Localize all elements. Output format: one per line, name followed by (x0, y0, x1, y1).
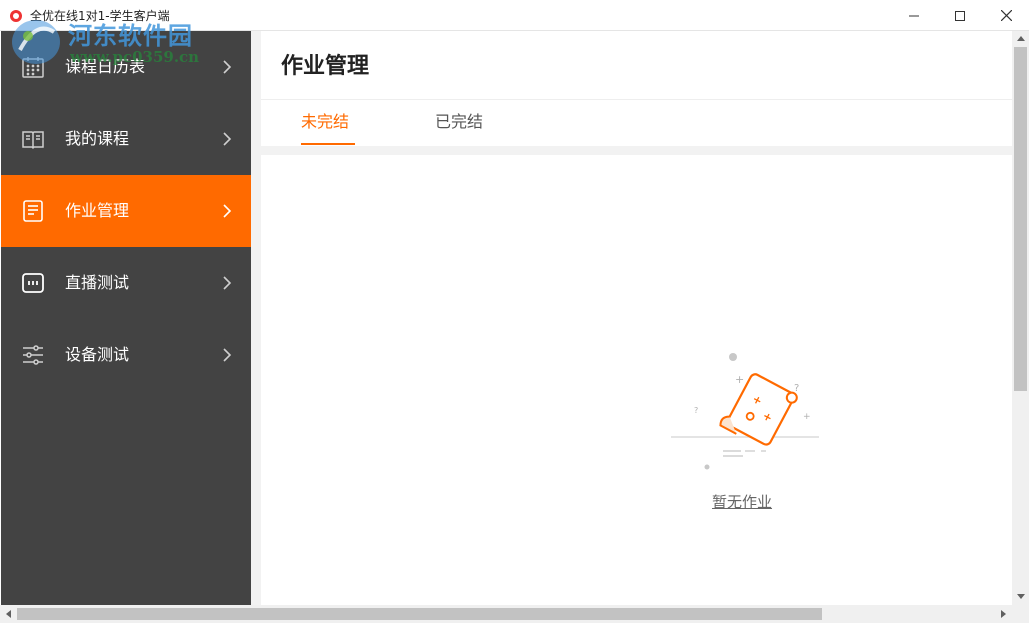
scrollbar-corner (1012, 605, 1029, 623)
sliders-icon (23, 345, 43, 365)
app-icon (10, 10, 22, 22)
homework-list: + ? ? + + + 暂无作业 (261, 155, 1012, 605)
sidebar-item-label: 我的课程 (65, 129, 130, 148)
scroll-up-icon (1016, 36, 1025, 41)
minimize-button[interactable] (891, 0, 937, 31)
sidebar-item-label: 直播测试 (65, 273, 130, 292)
scroll-right-icon (1000, 610, 1006, 618)
live-icon (22, 273, 44, 293)
chevron-right-icon (223, 276, 232, 290)
chevron-right-icon (223, 132, 232, 146)
scroll-up-button[interactable] (1012, 31, 1029, 47)
horizontal-scrollbar[interactable] (0, 605, 1012, 623)
scroll-left-button[interactable] (0, 605, 17, 623)
page-header: 作业管理 (261, 31, 1012, 100)
maximize-icon (955, 10, 965, 21)
sidebar-item-device-test[interactable]: 设备测试 (1, 319, 251, 391)
empty-state-icon: + ? ? + + + (671, 353, 819, 470)
sidebar-item-label: 设备测试 (65, 345, 130, 364)
maximize-button[interactable] (937, 0, 983, 31)
sidebar-item-label: 作业管理 (65, 201, 130, 220)
minimize-icon (909, 15, 919, 16)
svg-text:?: ? (694, 406, 698, 415)
svg-text:+: + (803, 412, 811, 422)
sidebar-item-homework[interactable]: 作业管理 (1, 175, 251, 247)
book-icon (22, 131, 44, 150)
svg-text:+: + (735, 373, 744, 386)
scroll-down-icon (1016, 594, 1025, 599)
sidebar-item-my-courses[interactable]: 我的课程 (1, 103, 251, 175)
page-title: 作业管理 (281, 54, 370, 79)
sidebar-item-label: 课程日历表 (65, 57, 146, 76)
active-tab-indicator (301, 143, 355, 145)
scroll-right-button[interactable] (995, 605, 1012, 623)
tab-bar: 未完结 已完结 (261, 100, 1012, 146)
sidebar: 课程日历表 我的课程 作业管理 直播测试 设备测试 (1, 31, 251, 605)
chevron-right-icon (223, 204, 232, 218)
chevron-right-icon (223, 348, 232, 362)
sidebar-item-calendar[interactable]: 课程日历表 (1, 31, 251, 103)
divider (251, 31, 261, 605)
horizontal-scroll-thumb[interactable] (17, 608, 822, 620)
vertical-scrollbar[interactable] (1012, 31, 1029, 605)
svg-text:?: ? (794, 383, 799, 394)
tab-incomplete[interactable]: 未完结 (301, 112, 349, 132)
homework-icon (23, 200, 43, 222)
empty-state-text: 暂无作业 (712, 493, 773, 511)
calendar-icon (22, 57, 44, 78)
vertical-scroll-thumb[interactable] (1014, 47, 1027, 391)
scroll-left-icon (5, 610, 11, 618)
close-button[interactable] (983, 0, 1029, 31)
sidebar-item-live-test[interactable]: 直播测试 (1, 247, 251, 319)
chevron-right-icon (223, 60, 232, 74)
close-icon (1000, 10, 1012, 21)
scroll-down-button[interactable] (1012, 589, 1029, 605)
window-title: 全优在线1对1-学生客户端 (30, 9, 170, 23)
title-bar: 全优在线1对1-学生客户端 (0, 0, 1029, 31)
tab-completed[interactable]: 已完结 (435, 112, 483, 132)
